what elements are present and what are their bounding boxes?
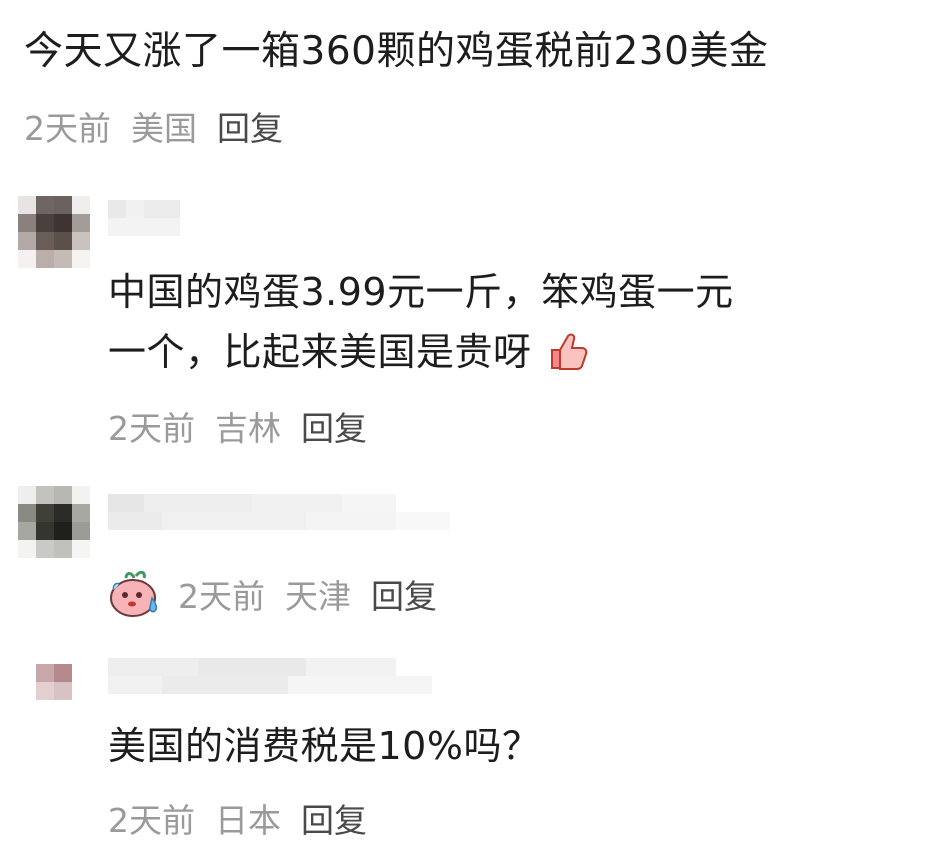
comment-time: 2天前	[108, 409, 195, 448]
comment-location: 吉林	[215, 409, 281, 448]
comment-reply-button[interactable]: 回复	[371, 570, 437, 618]
post-reply-button[interactable]: 回复	[217, 102, 283, 150]
comment-text: 美国的消费税是10%吗？	[108, 724, 541, 768]
comment-time: 2天前	[108, 801, 195, 840]
avatar[interactable]	[18, 486, 90, 558]
comment-text-line2-text: 一个，比起来美国是贵呀	[108, 330, 532, 374]
sweating-pink-blob-sticker	[110, 570, 158, 617]
comment-time: 2天前	[178, 577, 265, 616]
thumbs-up-emoji	[551, 333, 588, 370]
comment-location: 日本	[215, 801, 281, 840]
comment-meta: 2天前 天津 回复	[106, 568, 457, 620]
comment-location: 天津	[285, 577, 351, 616]
comment-text-line2: 一个，比起来美国是贵呀	[108, 322, 588, 382]
avatar[interactable]	[18, 196, 90, 268]
avatar[interactable]	[36, 664, 72, 700]
comment-meta: 2天前 日本 回复	[108, 794, 387, 842]
post-text: 今天又涨了一箱360颗的鸡蛋税前230美金	[24, 29, 769, 74]
comment-meta: 2天前 吉林 回复	[108, 402, 387, 450]
comment-reply-button[interactable]: 回复	[301, 402, 367, 450]
post-time: 2天前	[24, 109, 111, 148]
comment-text-line1: 中国的鸡蛋3.99元一斤，笨鸡蛋一元	[108, 270, 734, 314]
post-meta: 2天前 美国 回复	[24, 102, 303, 150]
post-location: 美国	[131, 109, 197, 148]
comment-reply-button[interactable]: 回复	[301, 794, 367, 842]
